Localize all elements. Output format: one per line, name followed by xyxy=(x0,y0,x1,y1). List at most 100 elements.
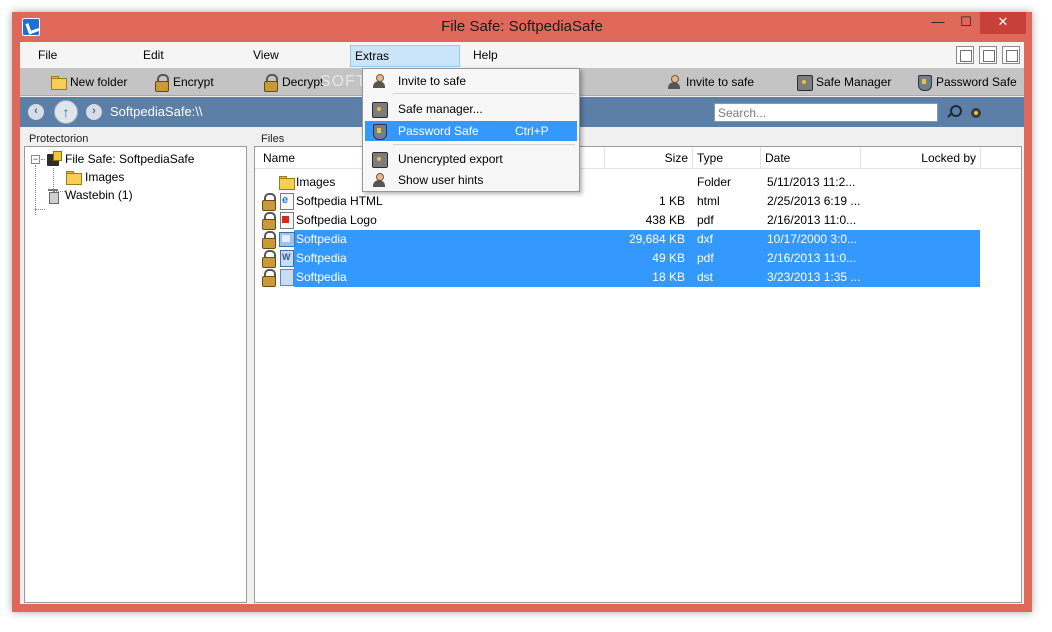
column-date[interactable]: Date xyxy=(761,147,861,169)
tree-item-root[interactable]: File Safe: SoftpediaSafe xyxy=(45,150,195,168)
menu-view[interactable]: View xyxy=(249,45,283,67)
file-size xyxy=(605,173,685,192)
file-date: 2/25/2013 6:19 ... xyxy=(767,194,861,208)
invite-to-safe-button[interactable]: Invite to safe xyxy=(666,72,754,92)
file-size: 1 KB xyxy=(658,194,685,208)
menu-item-password-safe[interactable]: Password Safe Ctrl+P xyxy=(365,121,577,141)
menu-item-label: Safe manager... xyxy=(398,102,483,116)
client-area: File Edit View Extras Help New folder En… xyxy=(20,42,1024,604)
file-size: 438 KB xyxy=(645,213,685,227)
new-folder-button[interactable]: New folder xyxy=(50,72,127,92)
menu-file[interactable]: File xyxy=(34,45,61,67)
file-size: 49 KB xyxy=(652,251,685,265)
file-date: 10/17/2000 3:0... xyxy=(767,232,858,246)
column-locked-by[interactable]: Locked by xyxy=(861,147,981,169)
file-type: pdf xyxy=(697,213,714,227)
search-options-icon[interactable] xyxy=(968,104,984,120)
left-pane-title: Protectorion xyxy=(29,133,89,145)
tree-line xyxy=(35,165,36,215)
menu-item-show-user-hints[interactable]: Show user hints xyxy=(365,170,577,190)
table-row[interactable]: Softpedia 18 KB dst 3/23/2013 1:35 ... xyxy=(255,268,1021,287)
pdf-file-icon xyxy=(278,212,294,229)
column-size[interactable]: Size xyxy=(605,147,693,169)
file-size: 18 KB xyxy=(652,270,685,284)
dxf-file-icon xyxy=(278,231,295,247)
menu-item-shortcut: Ctrl+P xyxy=(515,124,549,138)
file-date: 3/23/2013 1:35 ... xyxy=(767,270,861,284)
menu-bar: File Edit View Extras Help xyxy=(20,42,1024,68)
html-file-icon xyxy=(278,193,294,210)
decrypt-button[interactable]: Decrypt xyxy=(262,72,323,92)
wastebin-icon xyxy=(45,187,61,204)
close-button[interactable]: ✕ xyxy=(980,12,1026,34)
export-safe-icon xyxy=(371,151,388,168)
tree-item-wastebin[interactable]: Wastebin (1) xyxy=(45,186,133,204)
file-name: Softpedia xyxy=(296,251,347,265)
menu-item-label: Invite to safe xyxy=(398,74,467,88)
minimize-button[interactable]: — xyxy=(924,12,952,34)
menu-edit[interactable]: Edit xyxy=(139,45,168,67)
folder-icon xyxy=(65,169,82,185)
encrypt-button[interactable]: Encrypt xyxy=(153,72,214,92)
tree-wastebin-label: Wastebin (1) xyxy=(65,188,133,202)
files-pane: Name Size Type Date Locked by Images Fol… xyxy=(254,146,1022,603)
menu-item-unencrypted-export[interactable]: Unencrypted export xyxy=(365,149,577,169)
menu-item-safe-manager[interactable]: Safe manager... xyxy=(365,99,577,119)
encrypt-lock-icon xyxy=(153,74,169,92)
file-name: Softpedia xyxy=(296,232,347,246)
tree-item-images[interactable]: Images xyxy=(65,168,124,186)
file-type: dxf xyxy=(697,232,714,246)
table-row[interactable]: Softpedia HTML 1 KB html 2/25/2013 6:19 … xyxy=(255,192,1021,211)
layout-grid-icon[interactable] xyxy=(1002,46,1020,64)
password-safe-icon xyxy=(916,74,932,91)
menu-item-label: Show user hints xyxy=(398,173,484,187)
invite-user-icon xyxy=(666,74,682,90)
invite-user-icon xyxy=(371,73,387,89)
lock-icon xyxy=(260,193,276,211)
file-type: dst xyxy=(697,270,714,284)
layout-split-icon[interactable] xyxy=(979,46,997,64)
file-date: 2/16/2013 11:0... xyxy=(767,213,857,227)
forward-arrow-icon[interactable]: › xyxy=(86,104,102,120)
menu-extras[interactable]: Extras xyxy=(350,45,460,67)
table-row[interactable]: Softpedia 49 KB pdf 2/16/2013 11:0... xyxy=(255,249,1021,268)
table-row[interactable]: Softpedia Logo 438 KB pdf 2/16/2013 11:0… xyxy=(255,211,1021,230)
lock-icon xyxy=(260,250,276,268)
decrypt-label: Decrypt xyxy=(282,75,324,89)
extras-dropdown-menu: Invite to safe Safe manager... Password … xyxy=(362,68,580,192)
tree-root-label: File Safe: SoftpediaSafe xyxy=(65,152,195,166)
back-arrow-icon[interactable]: ‹ xyxy=(28,104,44,120)
layout-single-icon[interactable] xyxy=(956,46,974,64)
file-size: 29,684 KB xyxy=(628,232,685,246)
new-folder-icon xyxy=(50,74,67,90)
file-date: 2/16/2013 11:0... xyxy=(767,251,857,265)
menu-item-invite-to-safe[interactable]: Invite to safe xyxy=(365,71,577,91)
lock-icon xyxy=(260,212,276,230)
password-safe-button[interactable]: Password Safe xyxy=(916,72,1017,92)
safe-manager-button[interactable]: Safe Manager xyxy=(796,72,891,92)
title-bar[interactable]: File Safe: SoftpediaSafe — ☐ ✕ xyxy=(12,12,1032,42)
password-safe-icon xyxy=(371,123,387,140)
invite-label: Invite to safe xyxy=(686,75,755,89)
folder-icon xyxy=(278,174,295,190)
tree-images-label: Images xyxy=(85,170,125,184)
search-input[interactable] xyxy=(714,103,938,122)
menu-separator xyxy=(393,93,575,94)
tree-collapse-icon[interactable]: − xyxy=(31,155,40,164)
table-row[interactable]: Softpedia 29,684 KB dxf 10/17/2000 3:0..… xyxy=(255,230,1021,249)
menu-separator xyxy=(393,144,575,145)
window-title: File Safe: SoftpediaSafe xyxy=(441,18,603,35)
dst-file-icon xyxy=(278,269,294,286)
maximize-button[interactable]: ☐ xyxy=(952,12,980,34)
file-name: Softpedia Logo xyxy=(296,213,377,227)
up-arrow-icon[interactable]: ↑ xyxy=(54,100,78,124)
lock-icon xyxy=(260,231,276,249)
search-icon[interactable] xyxy=(945,104,962,120)
column-type[interactable]: Type xyxy=(693,147,761,169)
file-date: 5/11/2013 11:2... xyxy=(767,175,856,189)
file-type: Folder xyxy=(697,175,732,189)
new-folder-label: New folder xyxy=(70,75,128,89)
menu-help[interactable]: Help xyxy=(469,45,502,67)
file-safe-icon xyxy=(45,151,62,167)
decrypt-lock-icon xyxy=(262,74,278,92)
